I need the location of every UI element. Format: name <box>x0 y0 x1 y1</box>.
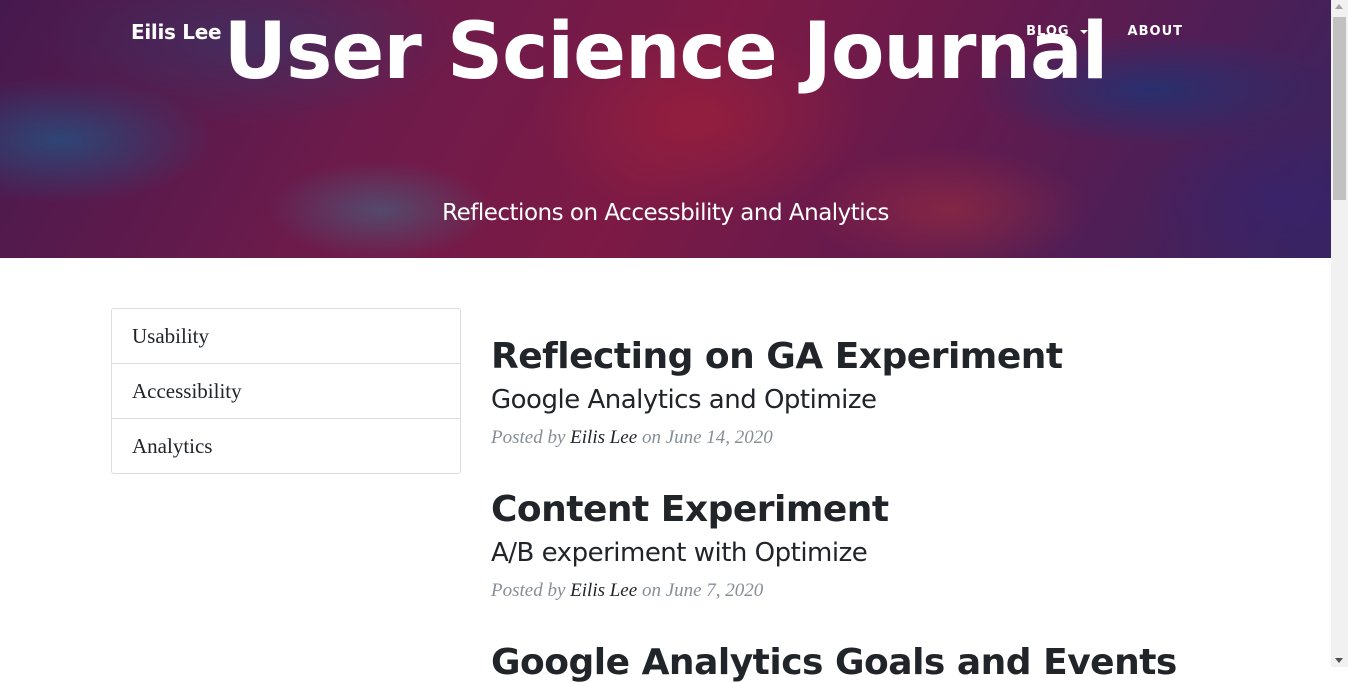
site-title: User Science Journal <box>223 7 1109 97</box>
site-subtitle: Reflections on Accessbility and Analytic… <box>442 200 889 226</box>
category-list: Usability Accessibility Analytics <box>111 308 461 474</box>
post-meta-on: on <box>641 427 661 448</box>
post-date: June 7, 2020 <box>665 580 764 601</box>
post-meta-prefix: Posted by <box>491 580 566 601</box>
post-meta: Posted by Eilis Lee on June 7, 2020 <box>491 580 889 602</box>
post-preview: Google Analytics Goals and Events <box>491 642 1177 683</box>
post-date: June 14, 2020 <box>665 427 773 448</box>
post-meta-on: on <box>641 580 661 601</box>
post-author-link[interactable]: Eilis Lee <box>570 580 637 601</box>
scroll-up-arrow-icon[interactable] <box>1335 4 1343 9</box>
category-accessibility[interactable]: Accessibility <box>112 364 460 419</box>
category-analytics[interactable]: Analytics <box>112 419 460 473</box>
post-meta: Posted by Eilis Lee on June 14, 2020 <box>491 427 1063 449</box>
post-title[interactable]: Reflecting on GA Experiment <box>491 336 1063 377</box>
post-author-link[interactable]: Eilis Lee <box>570 427 637 448</box>
category-usability[interactable]: Usability <box>112 309 460 364</box>
masthead: Eilis Lee BLOG ABOUT User Science Journa… <box>0 0 1331 258</box>
post-subtitle[interactable]: A/B experiment with Optimize <box>491 538 889 568</box>
post-meta-prefix: Posted by <box>491 427 566 448</box>
post-title[interactable]: Content Experiment <box>491 489 889 530</box>
scroll-down-arrow-icon[interactable] <box>1335 658 1343 663</box>
post-preview: Content Experiment A/B experiment with O… <box>491 489 889 602</box>
vertical-scrollbar[interactable] <box>1331 0 1348 667</box>
post-preview: Reflecting on GA Experiment Google Analy… <box>491 336 1063 449</box>
post-subtitle[interactable]: Google Analytics and Optimize <box>491 385 1063 415</box>
scrollbar-thumb[interactable] <box>1333 17 1346 200</box>
post-title[interactable]: Google Analytics Goals and Events <box>491 642 1177 683</box>
